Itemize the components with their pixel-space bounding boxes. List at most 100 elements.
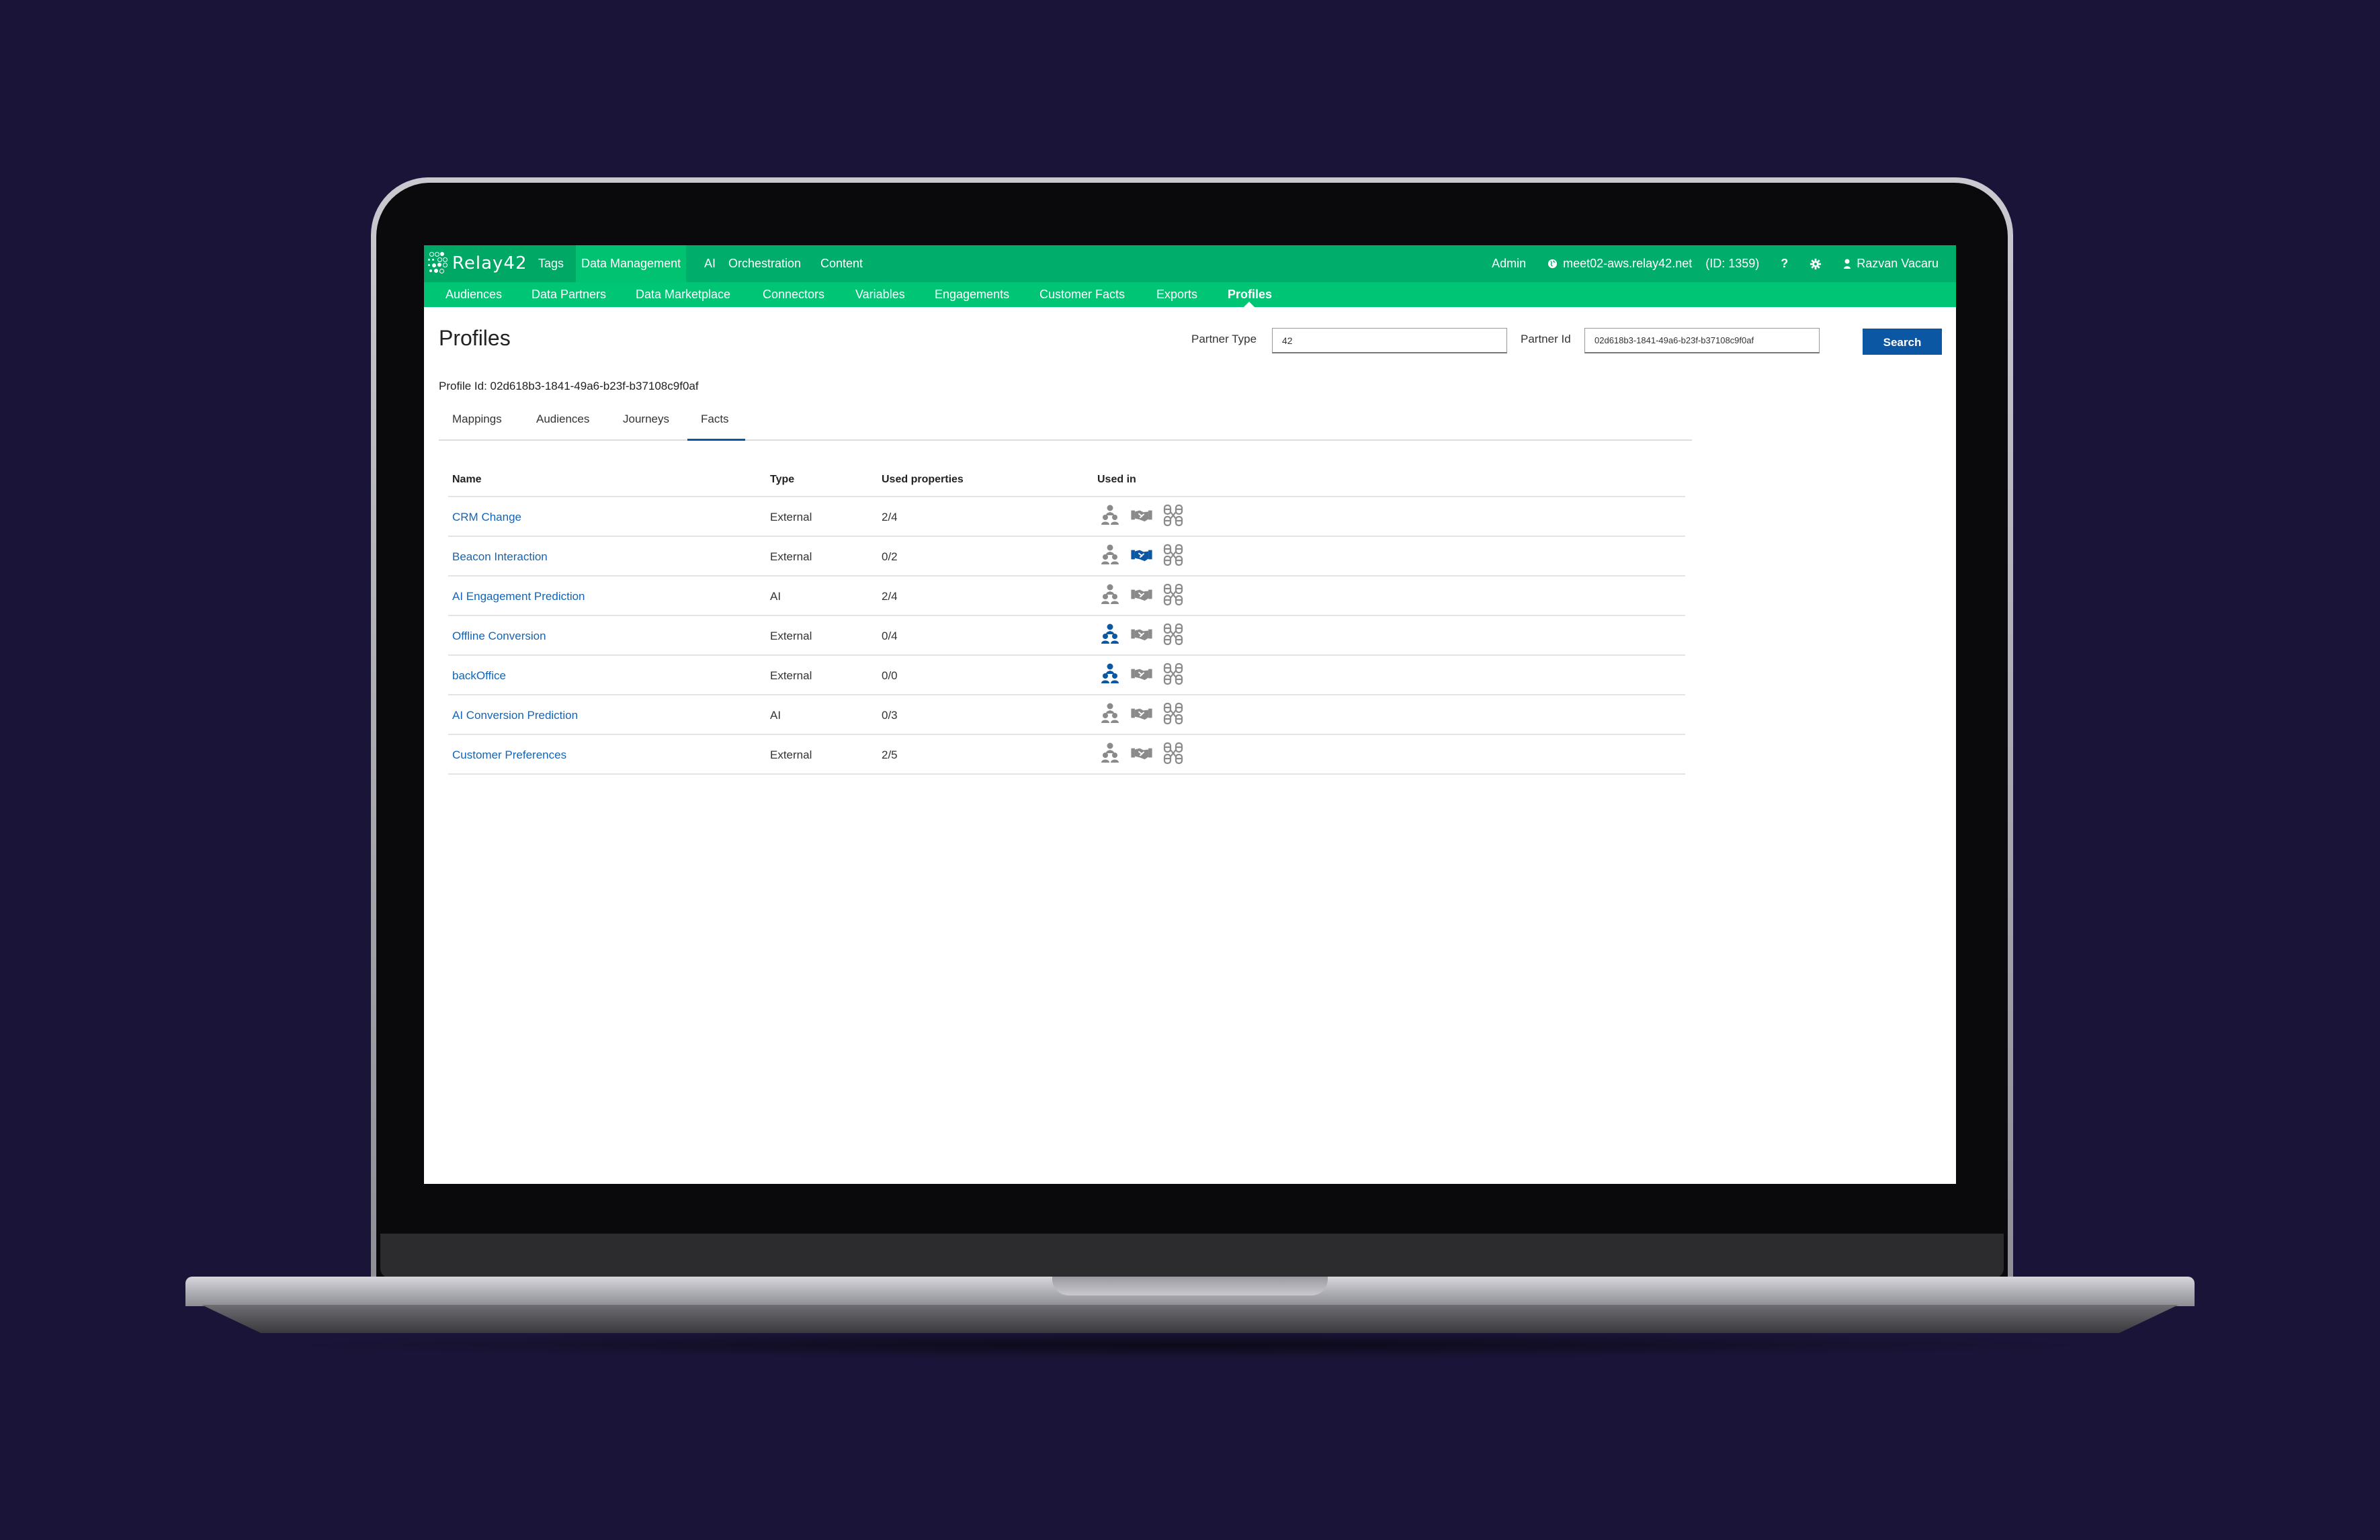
used-in-icons [1100, 623, 1183, 646]
laptop-base-bottom [202, 1305, 2178, 1333]
tab-mappings[interactable]: Mappings [452, 413, 502, 426]
tab-audiences[interactable]: Audiences [536, 413, 589, 426]
subnav-engagements[interactable]: Engagements [935, 282, 1009, 307]
fact-used-properties: 0/0 [882, 669, 898, 682]
fact-used-properties: 2/4 [882, 511, 898, 523]
engagements-handshake-icon[interactable] [1131, 587, 1152, 602]
facts-table: Name Type Used properties Used in CRM Ch… [448, 459, 1685, 775]
header-type[interactable]: Type [770, 474, 794, 486]
fact-used-properties: 2/4 [882, 590, 898, 603]
header-used-in: Used in [1097, 474, 1136, 485]
search-button[interactable]: Search [1863, 329, 1942, 355]
fact-name-link[interactable]: AI Conversion Prediction [452, 709, 578, 722]
profile-tabs: Mappings Audiences Journeys Facts [439, 404, 1692, 441]
logo-text: Relay42 [452, 253, 527, 273]
fact-type: External [770, 550, 812, 563]
audiences-icon[interactable] [1100, 623, 1120, 646]
engagements-handshake-icon[interactable] [1131, 706, 1152, 721]
connectors-database-icon[interactable] [1163, 702, 1183, 725]
table-row: Offline Conversion External 0/4 [448, 616, 1685, 656]
connectors-database-icon[interactable] [1163, 544, 1183, 566]
table-row: Customer Preferences External 2/5 [448, 735, 1685, 775]
header-used-properties[interactable]: Used properties [882, 474, 964, 486]
profile-id: Profile Id: 02d618b3-1841-49a6-b23f-b371… [439, 380, 699, 392]
tab-facts[interactable]: Facts [701, 413, 729, 426]
tab-journeys[interactable]: Journeys [623, 413, 669, 426]
fact-name-link[interactable]: Beacon Interaction [452, 550, 548, 564]
site-host: meet02-aws.relay42.net [1563, 257, 1693, 270]
subnav-variables[interactable]: Variables [855, 282, 905, 307]
engagements-handshake-icon[interactable] [1131, 667, 1152, 681]
connectors-database-icon[interactable] [1163, 662, 1183, 685]
audiences-icon[interactable] [1100, 504, 1120, 527]
connectors-database-icon[interactable] [1163, 623, 1183, 646]
subnav-connectors[interactable]: Connectors [763, 282, 824, 307]
used-in-icons [1100, 583, 1183, 606]
engagements-handshake-icon[interactable] [1131, 746, 1152, 761]
subnav-customer-facts[interactable]: Customer Facts [1039, 282, 1125, 307]
table-header: Name Type Used properties Used in [448, 459, 1685, 497]
partner-type-label: Partner Type [1191, 333, 1257, 345]
used-in-icons [1100, 662, 1183, 685]
subnav-audiences[interactable]: Audiences [445, 282, 502, 307]
top-navigation: Relay42 Tags Data Management AI Orchestr… [424, 245, 1956, 282]
used-in-icons [1100, 702, 1183, 725]
subnav-data-partners[interactable]: Data Partners [532, 282, 606, 307]
globe-icon [1548, 259, 1558, 269]
role-label[interactable]: Admin [1492, 257, 1526, 271]
fact-type: External [770, 511, 812, 523]
logo-icon [428, 252, 450, 275]
app-screen: Relay42 Tags Data Management AI Orchestr… [424, 245, 1956, 1184]
connectors-database-icon[interactable] [1163, 504, 1183, 527]
connectors-database-icon[interactable] [1163, 583, 1183, 606]
table-row: AI Conversion Prediction AI 0/3 [448, 695, 1685, 735]
audiences-icon[interactable] [1100, 583, 1120, 606]
fact-name-link[interactable]: AI Engagement Prediction [452, 590, 585, 603]
audiences-icon[interactable] [1100, 702, 1120, 725]
site-selector[interactable]: meet02-aws.relay42.net (ID: 1359) [1547, 257, 1759, 271]
help-icon[interactable]: ? [1781, 257, 1788, 271]
connectors-database-icon[interactable] [1163, 742, 1183, 765]
table-row: AI Engagement Prediction AI 2/4 [448, 576, 1685, 616]
sub-navigation: Audiences Data Partners Data Marketplace… [424, 282, 1956, 307]
subnav-data-marketplace[interactable]: Data Marketplace [636, 282, 730, 307]
audiences-icon[interactable] [1100, 544, 1120, 566]
partner-id-input[interactable] [1584, 328, 1820, 353]
audiences-icon[interactable] [1100, 742, 1120, 765]
laptop-notch [1052, 1277, 1328, 1295]
nav-data-management[interactable]: Data Management [576, 245, 687, 282]
laptop-shadow [255, 1332, 2123, 1359]
fact-used-properties: 0/4 [882, 630, 898, 642]
header-name[interactable]: Name [452, 474, 482, 486]
nav-orchestration[interactable]: Orchestration [722, 245, 808, 282]
user-menu[interactable]: Razvan Vacaru [1843, 257, 1939, 271]
subnav-exports[interactable]: Exports [1156, 282, 1197, 307]
fact-name-link[interactable]: CRM Change [452, 511, 521, 524]
active-indicator [1244, 302, 1255, 307]
fact-used-properties: 0/3 [882, 709, 898, 722]
user-icon [1844, 259, 1851, 269]
settings-gear-icon[interactable] [1810, 258, 1822, 270]
fact-type: External [770, 669, 812, 682]
used-in-icons [1100, 544, 1183, 566]
relay42-logo[interactable]: Relay42 [428, 252, 527, 275]
engagements-handshake-icon[interactable] [1131, 548, 1152, 562]
engagements-handshake-icon[interactable] [1131, 508, 1152, 523]
fact-type: External [770, 748, 812, 761]
fact-name-link[interactable]: Offline Conversion [452, 630, 546, 643]
audiences-icon[interactable] [1100, 662, 1120, 685]
table-row: backOffice External 0/0 [448, 656, 1685, 695]
active-tab-indicator [687, 439, 745, 441]
partner-type-input[interactable] [1272, 328, 1507, 353]
user-name: Razvan Vacaru [1857, 257, 1939, 270]
fact-type: External [770, 630, 812, 642]
engagements-handshake-icon[interactable] [1131, 627, 1152, 642]
fact-name-link[interactable]: backOffice [452, 669, 506, 683]
fact-name-link[interactable]: Customer Preferences [452, 748, 566, 762]
table-row: CRM Change External 2/4 [448, 497, 1685, 537]
used-in-icons [1100, 742, 1183, 765]
page-title: Profiles [439, 326, 511, 350]
nav-ai[interactable]: AI [697, 245, 722, 282]
nav-tags[interactable]: Tags [532, 245, 570, 282]
nav-content[interactable]: Content [814, 245, 869, 282]
